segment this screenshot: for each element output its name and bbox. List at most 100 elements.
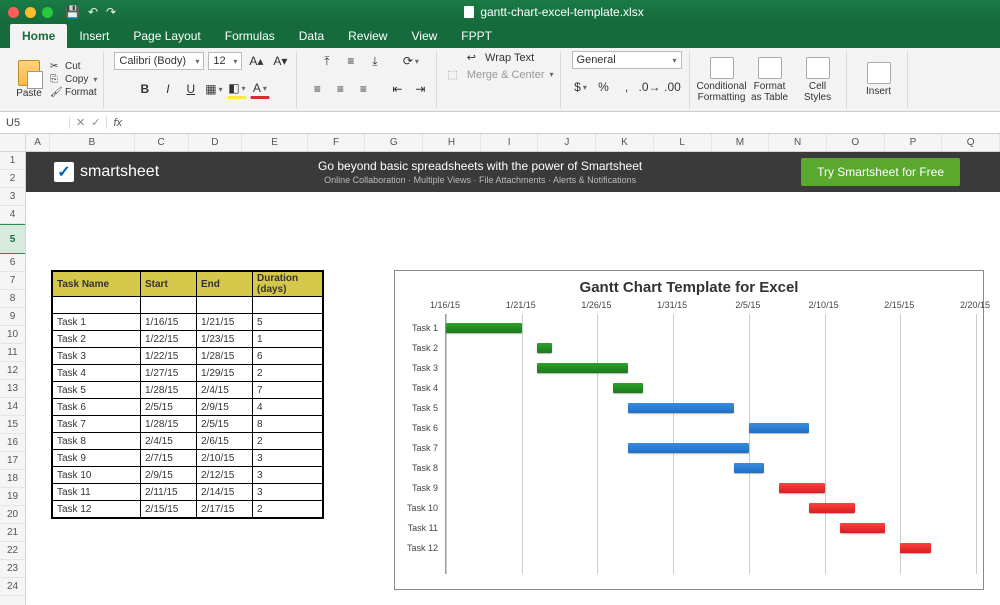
cancel-formula-icon[interactable]: ✕: [76, 116, 85, 129]
currency-button[interactable]: $▾: [571, 77, 591, 97]
table-row[interactable]: Task 122/15/152/17/152: [53, 501, 323, 518]
table-row[interactable]: Task 11/16/151/21/155: [53, 314, 323, 331]
tab-formulas[interactable]: Formulas: [213, 24, 287, 48]
decrease-decimal-button[interactable]: .00: [663, 77, 683, 97]
row-header-9[interactable]: 9: [0, 308, 25, 326]
col-header-C[interactable]: C: [135, 134, 189, 151]
row-header-16[interactable]: 16: [0, 434, 25, 452]
col-header-I[interactable]: I: [481, 134, 539, 151]
row-header-14[interactable]: 14: [0, 398, 25, 416]
tab-fppt[interactable]: FPPT: [449, 24, 504, 48]
format-painter-button[interactable]: 🖌Format: [50, 87, 97, 98]
row-header-17[interactable]: 17: [0, 452, 25, 470]
row-header-10[interactable]: 10: [0, 326, 25, 344]
decrease-font-button[interactable]: A▾: [270, 51, 290, 71]
align-bottom-button[interactable]: ⤓: [365, 51, 385, 71]
col-header-K[interactable]: K: [596, 134, 654, 151]
number-format-combo[interactable]: General▾: [572, 51, 682, 69]
col-header-N[interactable]: N: [769, 134, 827, 151]
col-header-H[interactable]: H: [423, 134, 481, 151]
col-header-O[interactable]: O: [827, 134, 885, 151]
paste-button[interactable]: Paste: [12, 60, 46, 99]
col-header-F[interactable]: F: [308, 134, 366, 151]
orientation-button[interactable]: ⟳▾: [401, 51, 421, 71]
table-row[interactable]: Task 51/28/152/4/157: [53, 382, 323, 399]
col-header-A[interactable]: A: [26, 134, 50, 151]
table-row[interactable]: Task 102/9/152/12/153: [53, 467, 323, 484]
row-header-11[interactable]: 11: [0, 344, 25, 362]
comma-button[interactable]: ,: [617, 77, 637, 97]
row-header-7[interactable]: 7: [0, 272, 25, 290]
col-header-Q[interactable]: Q: [942, 134, 1000, 151]
table-row[interactable]: Task 82/4/152/6/152: [53, 433, 323, 450]
insert-cells-button[interactable]: Insert: [857, 62, 901, 97]
table-row[interactable]: Task 31/22/151/28/156: [53, 348, 323, 365]
try-smartsheet-button[interactable]: Try Smartsheet for Free: [801, 158, 960, 186]
copy-button[interactable]: ⎘Copy▾: [50, 74, 97, 85]
border-button[interactable]: ▦▾: [204, 79, 224, 99]
row-header-24[interactable]: 24: [0, 578, 25, 596]
align-center-button[interactable]: ≡: [330, 79, 350, 99]
format-as-table-button[interactable]: Format as Table: [748, 57, 792, 103]
row-header-21[interactable]: 21: [0, 524, 25, 542]
row-header-5[interactable]: 5: [0, 224, 25, 254]
increase-decimal-button[interactable]: .0→: [640, 77, 660, 97]
row-header-6[interactable]: 6: [0, 254, 25, 272]
undo-icon[interactable]: ↶: [88, 5, 98, 19]
underline-button[interactable]: U: [181, 79, 201, 99]
row-header-1[interactable]: 1: [0, 152, 25, 170]
table-row[interactable]: Task 62/5/152/9/154: [53, 399, 323, 416]
row-header-20[interactable]: 20: [0, 506, 25, 524]
col-header-B[interactable]: B: [50, 134, 135, 151]
col-header-P[interactable]: P: [885, 134, 943, 151]
table-row[interactable]: Task 41/27/151/29/152: [53, 365, 323, 382]
italic-button[interactable]: I: [158, 79, 178, 99]
col-header-D[interactable]: D: [189, 134, 243, 151]
zoom-icon[interactable]: [42, 7, 53, 18]
table-row[interactable]: Task 21/22/151/23/151: [53, 331, 323, 348]
tab-insert[interactable]: Insert: [67, 24, 121, 48]
row-header-15[interactable]: 15: [0, 416, 25, 434]
align-left-button[interactable]: ≡: [307, 79, 327, 99]
cell-styles-button[interactable]: Cell Styles: [796, 57, 840, 103]
merge-center-button[interactable]: ⬚ Merge & Center▾: [447, 68, 553, 81]
row-header-13[interactable]: 13: [0, 380, 25, 398]
cut-button[interactable]: ✂Cut: [50, 61, 97, 72]
save-icon[interactable]: 💾: [65, 5, 80, 19]
row-header-3[interactable]: 3: [0, 188, 25, 206]
wrap-text-button[interactable]: ↩ Wrap Text: [467, 51, 534, 64]
tab-data[interactable]: Data: [287, 24, 336, 48]
tab-review[interactable]: Review: [336, 24, 399, 48]
col-header-M[interactable]: M: [712, 134, 770, 151]
col-header-G[interactable]: G: [365, 134, 423, 151]
row-header-18[interactable]: 18: [0, 470, 25, 488]
font-color-button[interactable]: A▾: [250, 79, 270, 99]
fill-color-button[interactable]: ◧▾: [227, 79, 247, 99]
redo-icon[interactable]: ↷: [106, 5, 116, 19]
row-header-22[interactable]: 22: [0, 542, 25, 560]
align-right-button[interactable]: ≡: [353, 79, 373, 99]
enter-formula-icon[interactable]: ✓: [91, 116, 100, 129]
font-size-combo[interactable]: 12▾: [208, 52, 242, 70]
table-row[interactable]: Task 92/7/152/10/153: [53, 450, 323, 467]
select-all-corner[interactable]: [0, 134, 25, 152]
minimize-icon[interactable]: [25, 7, 36, 18]
grid-body[interactable]: ✓ smartsheet Go beyond basic spreadsheet…: [26, 152, 1000, 605]
col-header-E[interactable]: E: [242, 134, 307, 151]
table-row[interactable]: Task 112/11/152/14/153: [53, 484, 323, 501]
row-header-4[interactable]: 4: [0, 206, 25, 224]
increase-font-button[interactable]: A▴: [246, 51, 266, 71]
row-header-12[interactable]: 12: [0, 362, 25, 380]
name-box[interactable]: U5: [0, 117, 70, 129]
decrease-indent-button[interactable]: ⇤: [387, 79, 407, 99]
align-top-button[interactable]: ⤒: [317, 51, 337, 71]
row-header-19[interactable]: 19: [0, 488, 25, 506]
align-middle-button[interactable]: ≡: [341, 51, 361, 71]
bold-button[interactable]: B: [135, 79, 155, 99]
row-header-23[interactable]: 23: [0, 560, 25, 578]
close-icon[interactable]: [8, 7, 19, 18]
increase-indent-button[interactable]: ⇥: [410, 79, 430, 99]
percent-button[interactable]: %: [594, 77, 614, 97]
table-row[interactable]: Task 71/28/152/5/158: [53, 416, 323, 433]
row-header-8[interactable]: 8: [0, 290, 25, 308]
